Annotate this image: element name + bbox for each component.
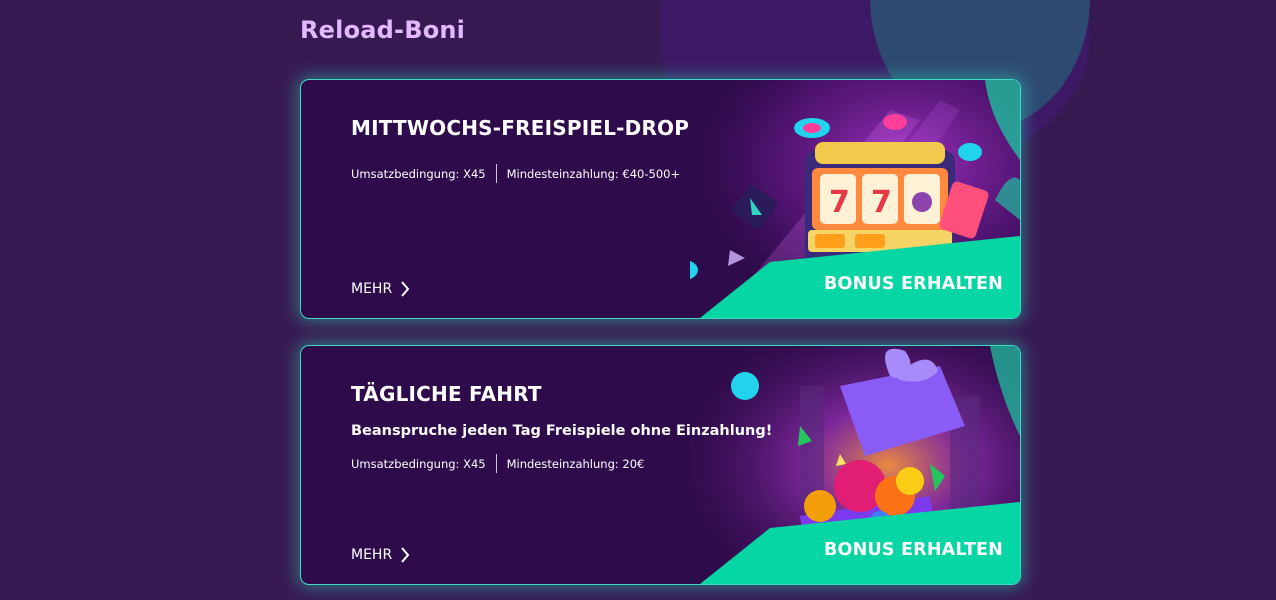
chevron-right-icon bbox=[401, 547, 410, 563]
card-title: MITTWOCHS-FREISPIEL-DROP bbox=[351, 116, 690, 140]
more-link[interactable]: MEHR bbox=[351, 547, 410, 563]
svg-text:7: 7 bbox=[829, 185, 850, 220]
get-bonus-button[interactable]: BONUS ERHALTEN bbox=[824, 274, 1003, 294]
section-title: Reload-Boni bbox=[300, 16, 466, 44]
bonus-terms: Umsatzbedingung: X45 Mindesteinzahlung: … bbox=[351, 164, 680, 183]
card-title: TÄGLICHE FAHRT bbox=[351, 382, 542, 406]
minimum-deposit: Mindesteinzahlung: 20€ bbox=[506, 456, 645, 471]
bonus-card: 7 7 MITTWOCHS-FREISPIEL-DROP Umsatzbedin… bbox=[300, 79, 1021, 319]
divider bbox=[495, 164, 497, 183]
card-subtitle: Beanspruche jeden Tag Freispiele ohne Ei… bbox=[351, 423, 773, 439]
get-bonus-button[interactable]: BONUS ERHALTEN bbox=[824, 540, 1003, 560]
more-label: MEHR bbox=[351, 281, 393, 297]
bonus-card: TÄGLICHE FAHRT Beanspruche jeden Tag Fre… bbox=[300, 345, 1021, 585]
wagering-requirement: Umsatzbedingung: X45 bbox=[351, 456, 486, 471]
minimum-deposit: Mindesteinzahlung: €40-500+ bbox=[506, 166, 681, 181]
divider bbox=[495, 454, 497, 473]
more-label: MEHR bbox=[351, 547, 393, 563]
wagering-requirement: Umsatzbedingung: X45 bbox=[351, 166, 486, 181]
chevron-right-icon bbox=[401, 281, 410, 297]
more-link[interactable]: MEHR bbox=[351, 281, 410, 297]
svg-text:7: 7 bbox=[871, 185, 892, 220]
bonus-terms: Umsatzbedingung: X45 Mindesteinzahlung: … bbox=[351, 454, 644, 473]
